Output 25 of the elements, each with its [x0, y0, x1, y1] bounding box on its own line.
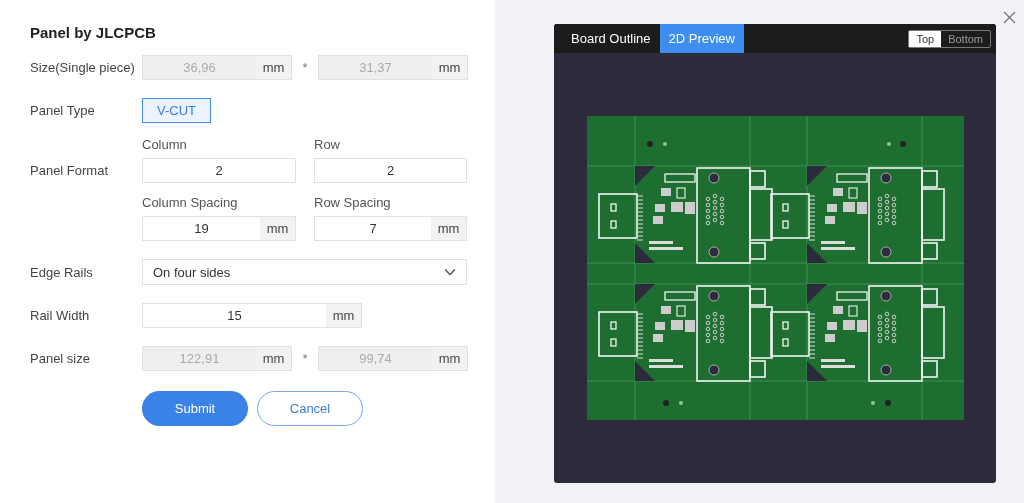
field-label: Column Spacing [142, 195, 239, 210]
dialog-title: Panel by JLCPCB [30, 24, 157, 41]
close-icon[interactable] [1003, 11, 1016, 24]
row-input[interactable]: 2 [314, 158, 467, 183]
side-toggle[interactable]: Top [909, 30, 942, 47]
field-label: Row Spacing [314, 195, 392, 210]
column-input[interactable]: 2 [142, 158, 296, 183]
preview-tab[interactable]: 2D Preview [659, 24, 744, 53]
panel-type-option[interactable]: V-CUT [142, 98, 211, 123]
side-toggle[interactable]: Bottom [941, 30, 990, 47]
field-label: Row [314, 137, 341, 152]
times-sign: * [301, 351, 309, 366]
field-label: Panel size [30, 351, 91, 366]
field-label: Edge Rails [30, 264, 94, 280]
chevron-down-icon [444, 268, 456, 276]
times-sign: * [301, 60, 309, 75]
field-label: Size(Single piece) [30, 60, 136, 75]
field-label: Rail Width [30, 308, 91, 323]
preview-tab[interactable]: Board Outline [562, 24, 660, 53]
field-label: Column [142, 137, 188, 152]
edge-rails-dropdown[interactable]: On four sides [142, 259, 467, 285]
submit-button[interactable]: Submit [142, 391, 248, 426]
cancel-button[interactable]: Cancel [257, 391, 363, 426]
field-label: Panel Format [30, 162, 110, 178]
field-label: Panel Type [30, 103, 96, 118]
